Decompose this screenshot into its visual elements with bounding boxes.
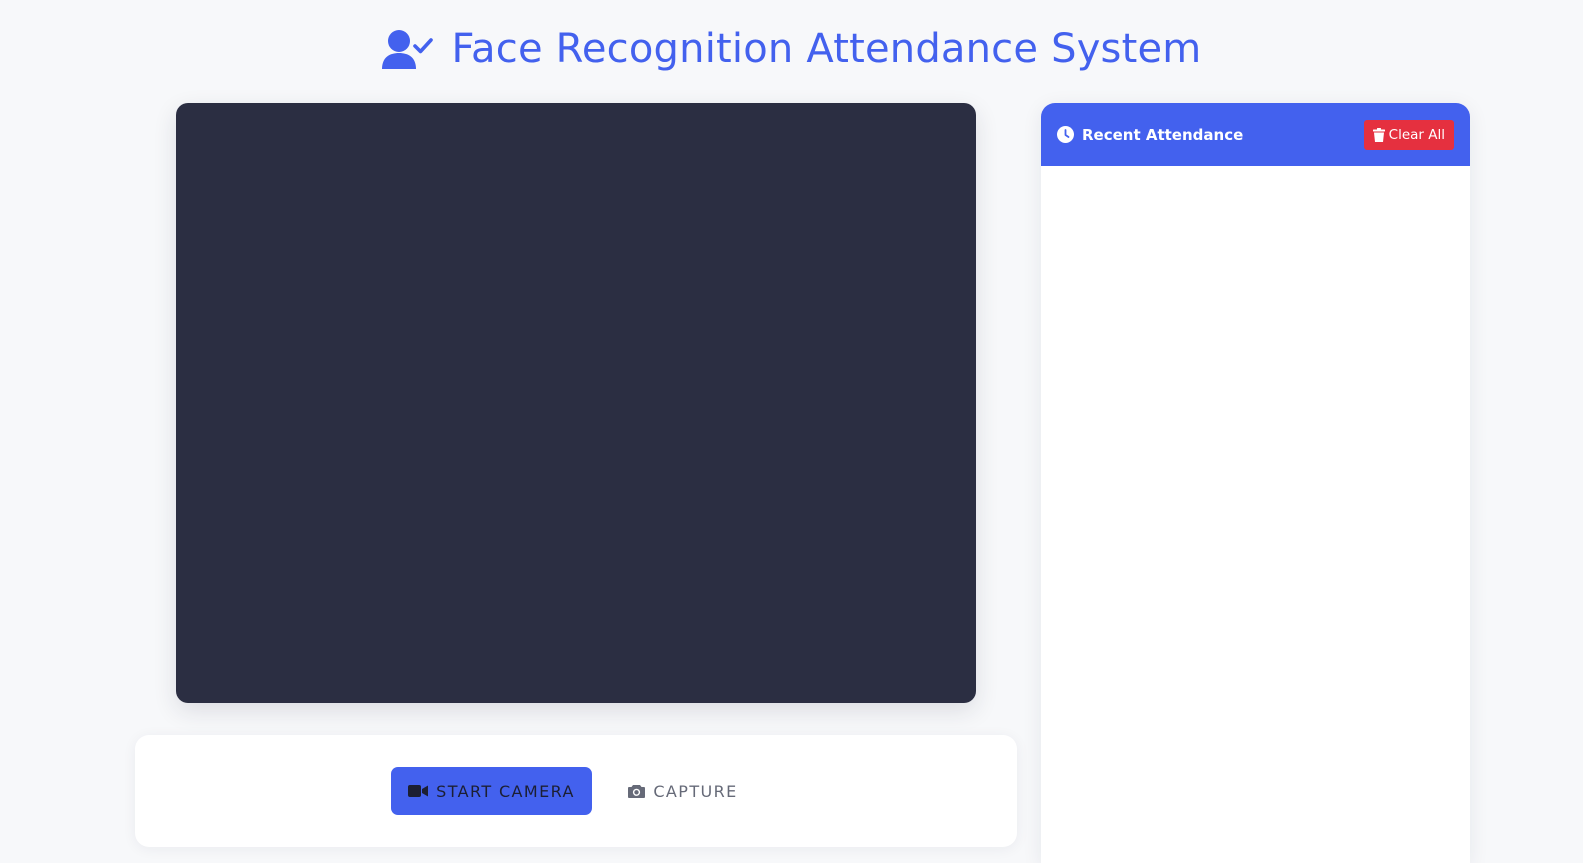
video-camera-icon (408, 785, 429, 797)
attendance-list (1041, 166, 1470, 863)
clear-all-button[interactable]: Clear All (1363, 119, 1454, 150)
camera-icon (628, 785, 646, 798)
page-header: Face Recognition Attendance System (0, 22, 1583, 76)
camera-controls: START CAMERA CAPTURE (135, 735, 1017, 847)
capture-label: CAPTURE (653, 781, 738, 801)
clock-icon (1057, 126, 1074, 143)
clear-all-label: Clear All (1388, 126, 1445, 143)
trash-icon (1372, 127, 1385, 142)
camera-video-feed (176, 103, 976, 703)
start-camera-button[interactable]: START CAMERA (391, 767, 592, 815)
page-title: Face Recognition Attendance System (451, 26, 1202, 72)
user-check-icon (381, 30, 433, 69)
capture-button[interactable]: CAPTURE (623, 767, 743, 815)
attendance-panel: Recent Attendance Clear All (1041, 103, 1470, 863)
attendance-panel-title: Recent Attendance (1082, 125, 1244, 144)
attendance-panel-header: Recent Attendance Clear All (1041, 103, 1470, 166)
start-camera-label: START CAMERA (436, 781, 575, 801)
